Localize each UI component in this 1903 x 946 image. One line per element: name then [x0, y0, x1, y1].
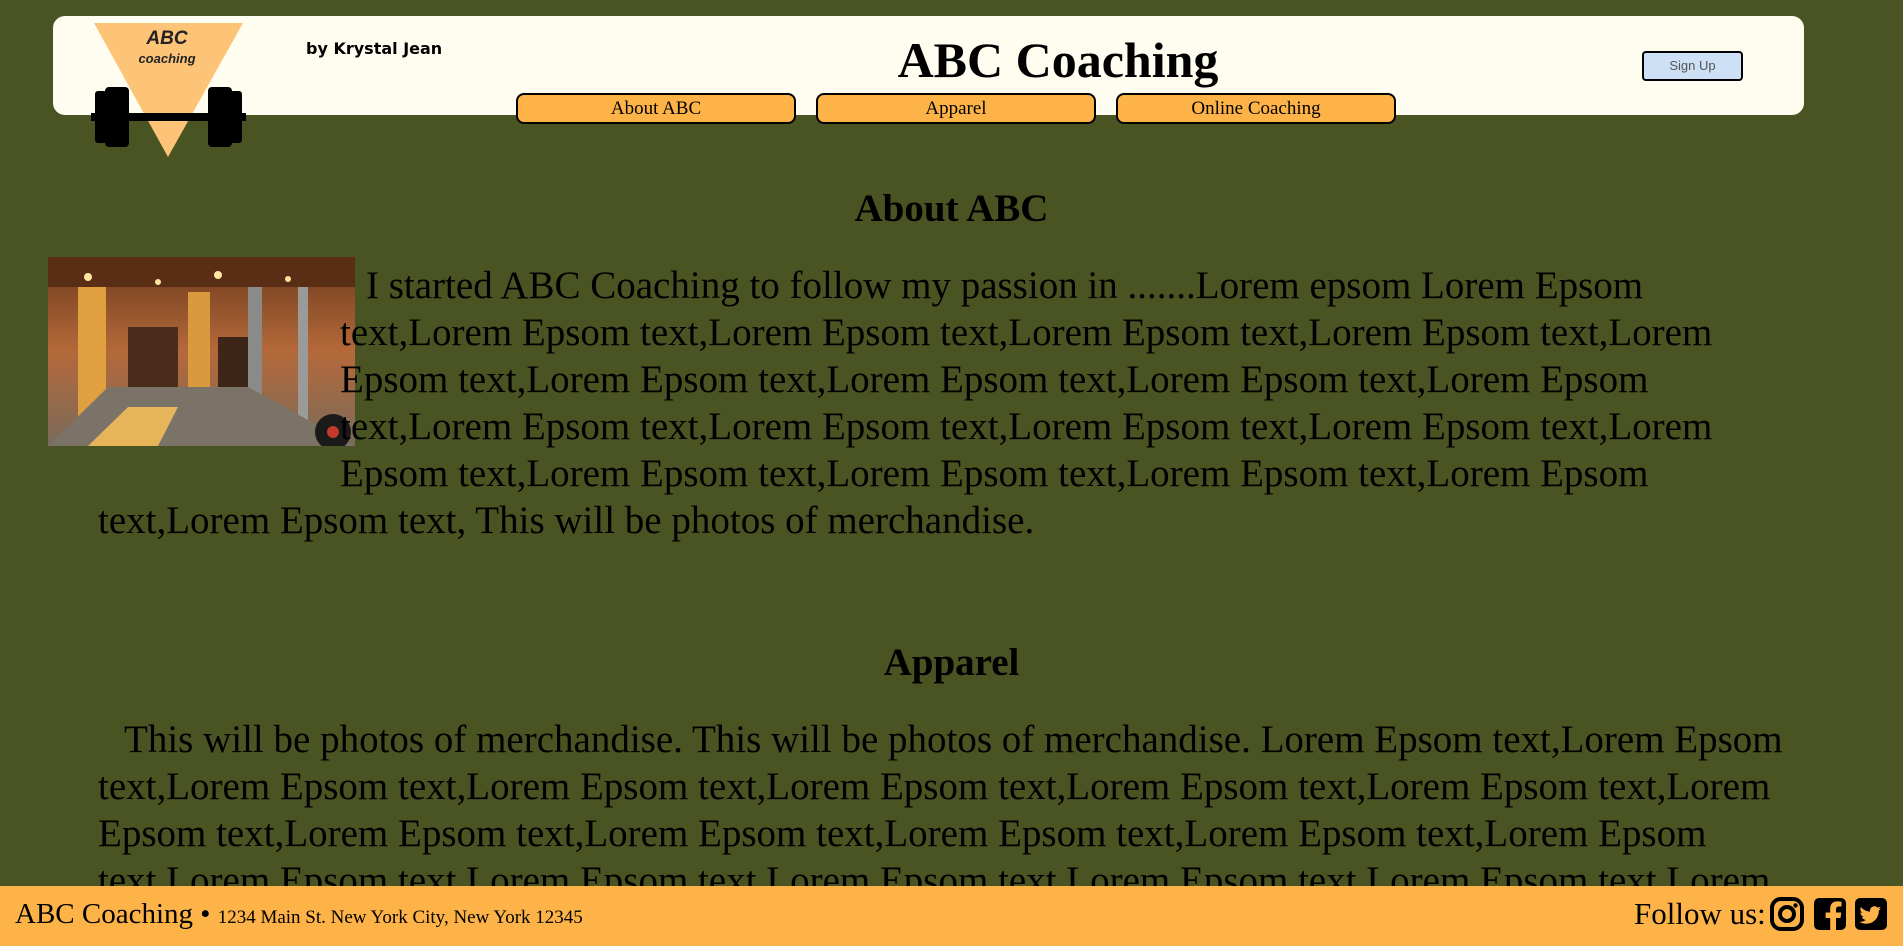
footer-address: 1234 Main St. New York City, New York 12…	[217, 907, 583, 928]
logo-text-coaching: coaching	[138, 51, 196, 66]
twitter-icon[interactable]	[1853, 896, 1889, 932]
about-paragraph: I started ABC Coaching to follow my pass…	[98, 262, 1818, 544]
footer-separator: •	[200, 898, 211, 930]
nav-online-coaching-button[interactable]: Online Coaching	[1116, 93, 1396, 124]
page: by Krystal Jean ABC Coaching About ABC A…	[0, 0, 1903, 946]
site-title: ABC Coaching	[897, 32, 1219, 88]
site-header: by Krystal Jean ABC Coaching About ABC A…	[53, 16, 1804, 124]
facebook-icon[interactable]	[1812, 896, 1848, 932]
about-heading: About ABC	[854, 187, 1049, 230]
abc-coaching-logo[interactable]: ABC coaching	[91, 23, 246, 157]
logo-text-abc: ABC	[146, 28, 188, 49]
nav-about-button[interactable]: About ABC	[516, 93, 796, 124]
nav-apparel-button[interactable]: Apparel	[816, 93, 1096, 124]
follow-us-label: Follow us:	[1634, 896, 1766, 931]
footer-brand: ABC Coaching • 1234 Main St. New York Ci…	[15, 898, 583, 931]
footer-brand-name: ABC Coaching	[15, 898, 194, 930]
byline: by Krystal Jean	[306, 39, 443, 58]
apparel-heading: Apparel	[883, 641, 1020, 684]
site-footer: ABC Coaching • 1234 Main St. New York Ci…	[0, 886, 1903, 946]
sign-up-button[interactable]: Sign Up	[1642, 51, 1743, 81]
instagram-icon[interactable]	[1769, 896, 1805, 932]
about-text: I started ABC Coaching to follow my pass…	[98, 264, 1713, 542]
